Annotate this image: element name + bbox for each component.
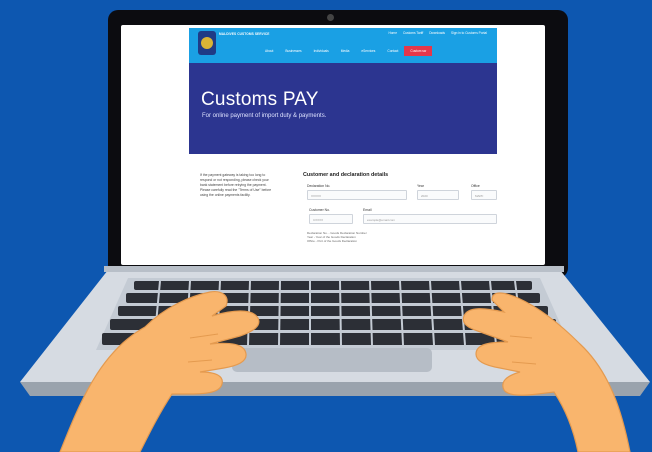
form-title: Customer and declaration details [303, 172, 389, 178]
browser-page: MALDIVES CUSTOMS SERVICE Home Customs Ta… [189, 28, 497, 257]
declaration-no-label: Declaration No. [307, 184, 331, 188]
top-links: Home Customs Tariff Downloads Sign in to… [388, 31, 487, 35]
hero-banner: Customs PAY For online payment of import… [189, 63, 497, 154]
nav-item-media[interactable]: Media [335, 46, 356, 56]
nav-item-businesses[interactable]: Businesses [279, 46, 307, 56]
left-hand-graphic [59, 291, 260, 452]
webcam-icon [327, 14, 334, 21]
nav-item-contact[interactable]: Contact [381, 46, 404, 56]
page-subtitle: For online payment of import duty & paym… [202, 113, 327, 119]
hint-office: Office - Port of the Goods Declaration [307, 239, 357, 243]
payment-notice: If the payment gateway is taking too lon… [200, 173, 272, 197]
office-input[interactable]: MAPF [471, 190, 497, 200]
email-input[interactable]: example@email.com [363, 214, 497, 224]
office-label: Office [471, 184, 480, 188]
year-label: Year [417, 184, 424, 188]
top-link-portal[interactable]: Sign in to Customs Portal [451, 31, 487, 35]
nav-item-about[interactable]: About [259, 46, 279, 56]
left-hand [40, 282, 270, 452]
emblem-icon [201, 37, 213, 49]
top-link-downloads[interactable]: Downloads [429, 31, 445, 35]
year-input[interactable]: 2020 [417, 190, 459, 200]
right-hand [400, 272, 652, 452]
top-link-tariff[interactable]: Customs Tariff [403, 31, 423, 35]
customer-no-label: Customer No. [309, 208, 330, 212]
brand-name: MALDIVES CUSTOMS SERVICE [219, 32, 270, 36]
site-header: MALDIVES CUSTOMS SERVICE Home Customs Ta… [189, 28, 497, 63]
nav-item-eservices[interactable]: eServices [355, 46, 381, 56]
nav-item-individuals[interactable]: Individuals [308, 46, 335, 56]
customer-no-input[interactable]: CXXXX [309, 214, 353, 224]
declaration-no-input[interactable]: XXXXX [307, 190, 407, 200]
page-title: Customs PAY [201, 89, 319, 110]
nav-item-emphasis[interactable]: Custom sw [404, 46, 433, 56]
email-label: Email [363, 208, 372, 212]
top-link-home[interactable]: Home [388, 31, 397, 35]
main-nav: About Businesses Individuals Media eServ… [259, 46, 433, 56]
right-hand-graphic [462, 292, 631, 452]
